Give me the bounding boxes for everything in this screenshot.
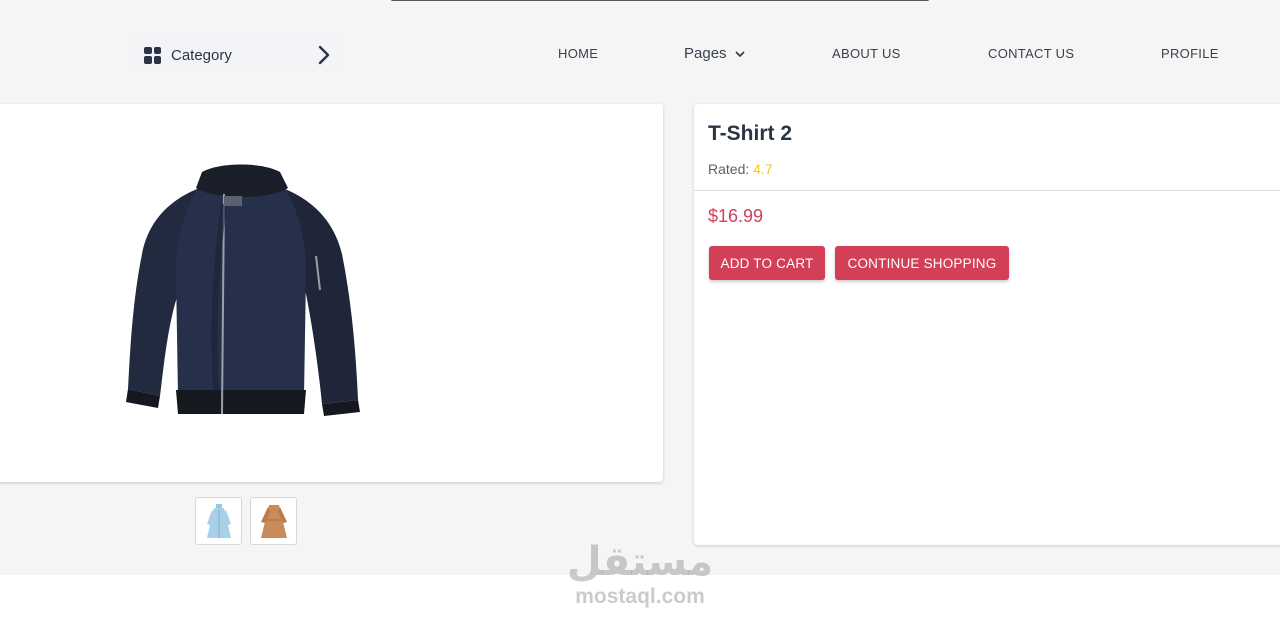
product-image-card (0, 104, 663, 482)
chevron-right-icon (318, 45, 330, 65)
product-page: Category HOME Pages ABOUT US CONTACT US … (0, 0, 1280, 629)
product-image (126, 164, 360, 416)
thumbnail-tan-dress[interactable] (250, 497, 297, 545)
rating-label: Rated: (708, 161, 750, 177)
navbar: Category HOME Pages ABOUT US CONTACT US … (0, 0, 1280, 104)
dress-icon (206, 504, 231, 538)
nav-contact-us[interactable]: CONTACT US (988, 46, 1074, 61)
nav-about-us[interactable]: ABOUT US (832, 46, 901, 61)
divider (694, 190, 1280, 191)
thumbnail-strip (195, 497, 297, 545)
watermark-url: mostaql.com (575, 585, 705, 608)
product-price: $16.99 (708, 206, 764, 226)
product-details-card: T-Shirt 2 Rated: 4.7 $16.99 ADD TO CART … (694, 104, 1280, 545)
rating-value: 4.7 (753, 161, 773, 177)
watermark-arabic: مستقل (566, 539, 714, 585)
nav-home[interactable]: HOME (558, 46, 598, 61)
category-button[interactable]: Category (134, 38, 342, 72)
continue-shopping-button[interactable]: CONTINUE SHOPPING (835, 246, 1009, 280)
nav-pages-label: Pages (684, 45, 727, 62)
category-label: Category (171, 46, 232, 64)
add-to-cart-button[interactable]: ADD TO CART (709, 246, 825, 280)
nav-pages-dropdown[interactable]: Pages (684, 45, 745, 62)
product-title: T-Shirt 2 (708, 122, 793, 145)
rating: Rated: 4.7 (708, 161, 773, 177)
grid-icon (144, 46, 161, 64)
thumbnail-light-blue-dress[interactable] (195, 497, 242, 545)
dress-icon (260, 505, 287, 538)
watermark: مستقل mostaql.com (540, 538, 740, 608)
chevron-down-icon (735, 51, 744, 57)
nav-profile[interactable]: PROFILE (1161, 46, 1219, 61)
